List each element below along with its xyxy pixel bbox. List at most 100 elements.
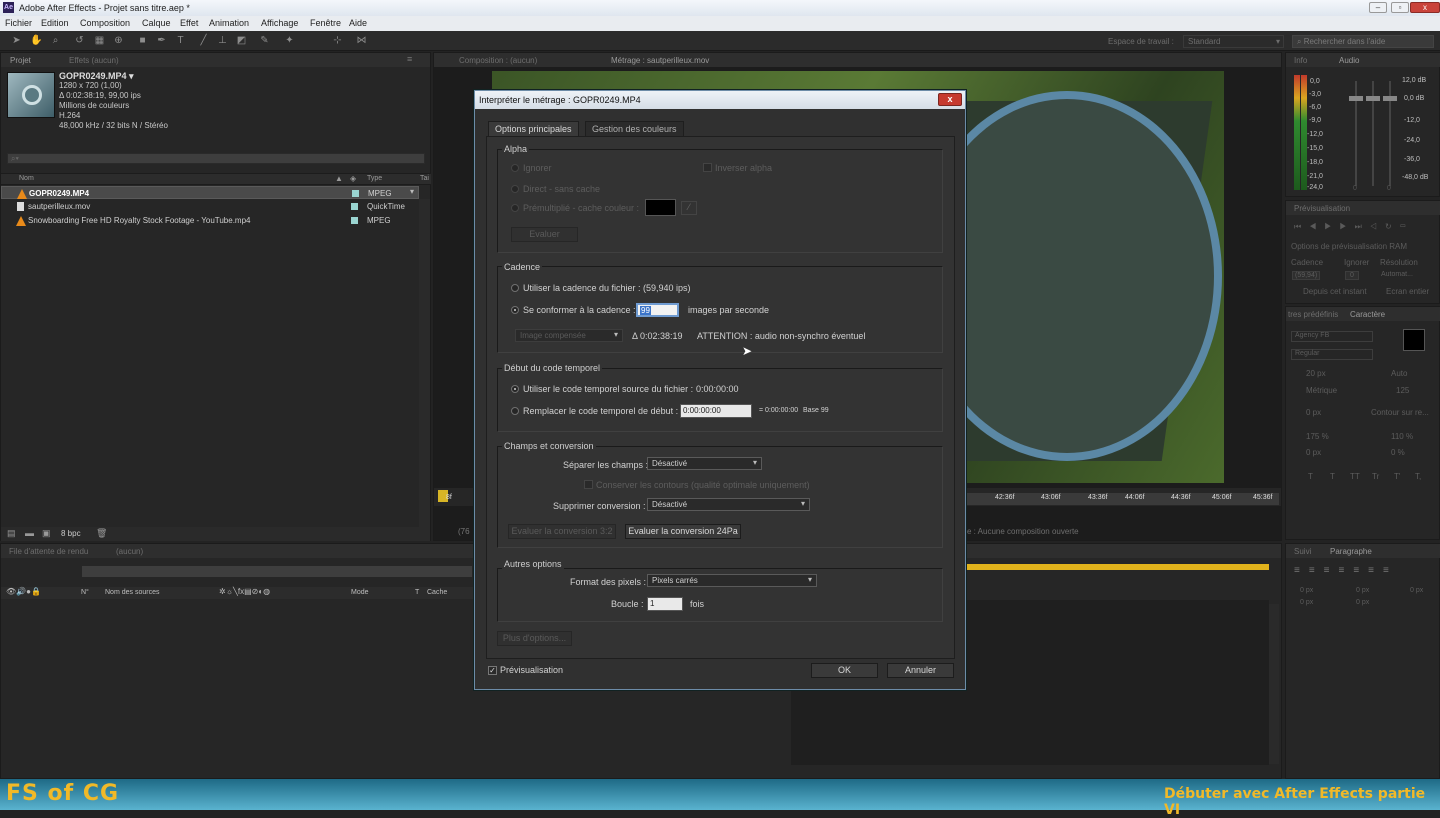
tab-composition[interactable]: Composition : (aucun) xyxy=(459,56,537,65)
tab-options-principales[interactable]: Options principales xyxy=(488,121,579,137)
project-search-input[interactable]: ⌕▾ xyxy=(7,153,425,164)
tab-render-queue[interactable]: File d'attente de rendu xyxy=(9,547,88,556)
restore-button[interactable]: ▫ xyxy=(1391,2,1409,13)
timeline-search-input[interactable] xyxy=(82,566,472,577)
audio-slider-handle[interactable] xyxy=(1349,96,1363,101)
audio-slider-handle[interactable] xyxy=(1366,96,1380,101)
interpret-footage-icon[interactable]: ▤ xyxy=(7,528,16,539)
alpha-ignore-radio[interactable] xyxy=(511,164,519,172)
column-type[interactable]: Type xyxy=(367,175,382,182)
timeline-scrollbar[interactable] xyxy=(1269,604,1279,764)
zoom-tool-icon[interactable]: ⌕ xyxy=(50,35,61,46)
selection-tool-icon[interactable]: ➤ xyxy=(11,35,22,46)
snap-icon[interactable]: ⋈ xyxy=(356,35,367,46)
axis-icon[interactable]: ⊹ xyxy=(332,35,343,46)
menu-aide[interactable]: Aide xyxy=(349,18,367,28)
guess-24pa-pulldown-button[interactable]: Evaluer la conversion 24Pa xyxy=(625,524,741,539)
pan-behind-tool-icon[interactable]: ⊕ xyxy=(113,35,124,46)
hand-tool-icon[interactable]: ✋ xyxy=(30,35,42,46)
tab-metrage[interactable]: Métrage : sautperilleux.mov xyxy=(611,56,709,65)
eyedropper-icon[interactable]: ⁄ xyxy=(681,201,697,215)
dialog-close-button[interactable]: x xyxy=(938,93,962,106)
menu-calque[interactable]: Calque xyxy=(142,18,171,28)
menu-effet[interactable]: Effet xyxy=(180,18,198,28)
tab-effets[interactable]: Effets (aucun) xyxy=(69,56,119,65)
alignment-buttons[interactable]: ≡≡≡≡≡≡≡ xyxy=(1294,565,1398,576)
zoom-level[interactable]: (76 xyxy=(458,527,470,536)
pixel-aspect-select[interactable]: Pixels carrés xyxy=(647,574,817,587)
project-item[interactable]: Snowboarding Free HD Royalty Stock Foota… xyxy=(1,214,419,228)
tab-info[interactable]: Info xyxy=(1294,56,1307,65)
project-item[interactable]: GOPR0249.MP4 MPEG xyxy=(1,186,419,199)
workspace-select[interactable]: Standard ▾ xyxy=(1183,35,1284,48)
tab-audio[interactable]: Audio xyxy=(1339,56,1359,65)
frame-blend-select[interactable]: Image compensée xyxy=(515,329,623,342)
playback-controls[interactable]: ⏮◀▶▶⏭◁↻▭ xyxy=(1294,222,1414,232)
override-timecode-radio[interactable] xyxy=(511,407,519,415)
brush-tool-icon[interactable]: ╱ xyxy=(198,35,209,46)
use-file-rate-radio[interactable] xyxy=(511,284,519,292)
alpha-evaluate-button[interactable]: Evaluer xyxy=(511,227,578,242)
tab-gestion-couleurs[interactable]: Gestion des couleurs xyxy=(585,121,684,136)
font-family-select[interactable]: Agency FB xyxy=(1291,331,1373,342)
conform-rate-input[interactable]: 99 xyxy=(636,303,679,317)
preview-cadence-select[interactable]: (59,94) xyxy=(1292,271,1321,280)
tab-timeline-none[interactable]: (aucun) xyxy=(116,547,143,556)
pen-tool-icon[interactable]: ✒ xyxy=(156,35,167,46)
tab-suivi[interactable]: Suivi xyxy=(1294,547,1311,556)
menu-affichage[interactable]: Affichage xyxy=(261,18,298,28)
preserve-edges-checkbox[interactable] xyxy=(584,480,593,489)
new-comp-icon[interactable]: ▣ xyxy=(42,528,51,539)
project-scrollbar[interactable] xyxy=(419,199,430,531)
use-source-timecode-radio[interactable] xyxy=(511,385,519,393)
ok-button[interactable]: OK xyxy=(811,663,878,678)
loop-count-input[interactable]: 1 xyxy=(647,597,683,611)
tab-previsualisation[interactable]: Prévisualisation xyxy=(1294,204,1350,213)
menu-edition[interactable]: Edition xyxy=(41,18,69,28)
text-tool-icon[interactable]: T xyxy=(175,35,186,46)
eraser-tool-icon[interactable]: ◩ xyxy=(236,35,247,46)
preview-checkbox[interactable]: ✓ xyxy=(488,666,497,675)
tab-projet[interactable]: Projet xyxy=(10,56,31,65)
alpha-premultiplied-radio[interactable] xyxy=(511,204,519,212)
bit-depth[interactable]: 8 bpc xyxy=(61,529,81,538)
tab-presets[interactable]: tres prédéfinis xyxy=(1288,310,1338,319)
fill-color-swatch[interactable] xyxy=(1403,329,1425,351)
menu-fichier[interactable]: Fichier xyxy=(5,18,32,28)
mask-tool-icon[interactable]: ■ xyxy=(137,35,148,46)
matte-color-swatch[interactable] xyxy=(645,199,676,216)
override-timecode-input[interactable]: 0:00:00:00 xyxy=(680,404,752,418)
tab-caractere[interactable]: Caractère xyxy=(1350,310,1385,319)
new-folder-icon[interactable]: ▬ xyxy=(25,528,34,538)
audio-slider-handle[interactable] xyxy=(1383,96,1397,101)
conform-rate-radio[interactable] xyxy=(511,306,519,314)
remove-pulldown-select[interactable]: Désactivé xyxy=(647,498,810,511)
menu-animation[interactable]: Animation xyxy=(209,18,249,28)
panel-menu-icon[interactable]: ≡ xyxy=(407,54,412,64)
puppet-tool-icon[interactable]: ✦ xyxy=(284,35,295,46)
close-window-button[interactable]: x xyxy=(1410,2,1440,13)
menu-fenetre[interactable]: Fenêtre xyxy=(310,18,341,28)
cancel-button[interactable]: Annuler xyxy=(887,663,954,678)
alpha-direct-radio[interactable] xyxy=(511,185,519,193)
guess-32-pulldown-button[interactable]: Evaluer la conversion 3:2 xyxy=(508,524,616,539)
from-current-checkbox[interactable]: Depuis cet instant xyxy=(1303,287,1367,296)
separate-fields-select[interactable]: Désactivé xyxy=(647,457,762,470)
preview-resolution-select[interactable]: Automat... xyxy=(1381,271,1413,278)
minimize-button[interactable]: – xyxy=(1369,2,1387,13)
roto-brush-icon[interactable]: ✎ xyxy=(259,35,270,46)
clone-tool-icon[interactable]: ⊥ xyxy=(217,35,228,46)
column-size[interactable]: Tai xyxy=(420,175,429,182)
help-search-input[interactable]: ⌕ Rechercher dans l'aide xyxy=(1292,35,1434,48)
font-style-select[interactable]: Regular xyxy=(1291,349,1373,360)
preview-skip-select[interactable]: 0 xyxy=(1345,271,1359,280)
camera-tool-icon[interactable]: ▦ xyxy=(94,35,105,46)
rotate-tool-icon[interactable]: ↺ xyxy=(74,35,85,46)
tab-paragraphe[interactable]: Paragraphe xyxy=(1330,547,1372,556)
full-screen-checkbox[interactable]: Ecran entier xyxy=(1386,287,1429,296)
trash-icon[interactable]: 🗑 xyxy=(96,528,107,539)
invert-alpha-checkbox[interactable] xyxy=(703,163,712,172)
menu-composition[interactable]: Composition xyxy=(80,18,130,28)
column-name[interactable]: Nom xyxy=(19,175,34,182)
more-options-button[interactable]: Plus d'options... xyxy=(497,631,572,646)
